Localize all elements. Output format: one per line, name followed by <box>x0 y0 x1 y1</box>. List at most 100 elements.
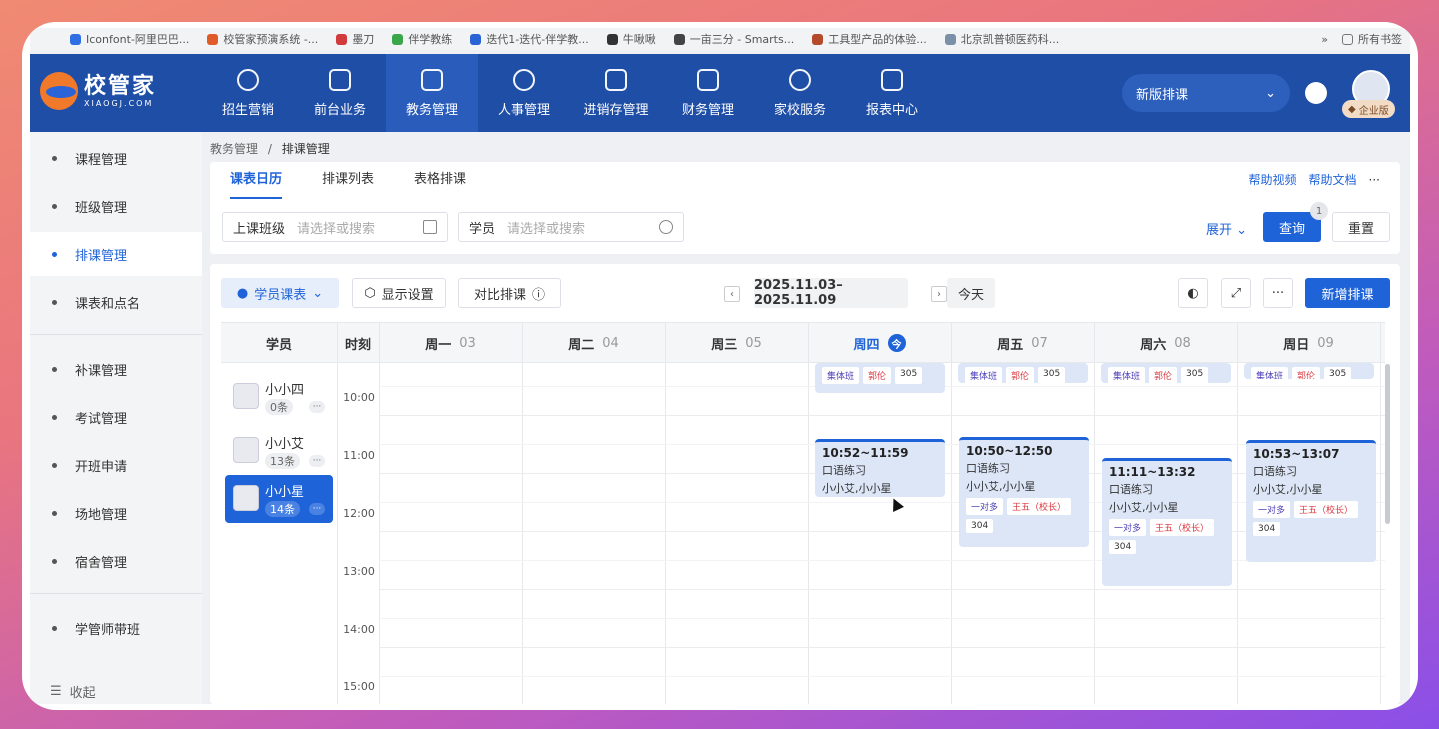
sidebar-item-scheduling[interactable]: 排课管理 <box>30 232 202 276</box>
expand-filters-button[interactable]: 展开 ⌄ <box>1206 219 1247 238</box>
nav-item-finance[interactable]: 财务管理 <box>662 54 754 132</box>
academic-icon <box>421 68 443 91</box>
schedule-event[interactable]: 10:53~13:07 口语练习 小小艾,小小星 一对多 王五（校长） 304 <box>1246 440 1376 562</box>
display-settings-button[interactable]: ⬡ 显示设置 <box>352 278 446 308</box>
palette-icon: ◐ <box>1187 285 1199 301</box>
grid-line <box>379 531 1385 532</box>
bookmark-item[interactable]: 迭代1-迭代-伴学教... <box>470 31 589 47</box>
breadcrumb-parent[interactable]: 教务管理 <box>210 142 258 156</box>
sidebar-item-open-class[interactable]: 开班申请 <box>30 443 202 487</box>
teacher-tag: 王五（校长） <box>1294 501 1359 518</box>
day-header: 周五 07 <box>997 335 1048 353</box>
date-range[interactable]: 2025.11.03–2025.11.09 <box>754 278 908 308</box>
nav-item-academic[interactable]: 教务管理 <box>386 54 478 132</box>
nav-item-reception[interactable]: 前台业务 <box>294 54 386 132</box>
nav-item-hr[interactable]: 人事管理 <box>478 54 570 132</box>
sidebar-item-venues[interactable]: 场地管理 <box>30 491 202 535</box>
sidebar-item-classes[interactable]: 班级管理 <box>30 184 202 228</box>
more-icon[interactable]: ··· <box>1369 162 1380 198</box>
teacher-tag: 王五（校长） <box>1150 519 1215 536</box>
filter-card: 课表日历 排课列表 表格排课 帮助视频 帮助文档 ··· 上课班级 请选择或搜索… <box>210 162 1400 254</box>
settings-icon: ⬡ <box>364 285 376 301</box>
bookmark-item[interactable]: 北京凯普顿医药科... <box>944 31 1059 47</box>
theme-button[interactable]: ◐ <box>1178 278 1208 308</box>
bookmark-item[interactable]: 伴学教练 <box>392 31 452 47</box>
add-schedule-button[interactable]: 新增排课 <box>1305 278 1390 308</box>
sidebar-collapse-button[interactable]: ☰ 收起 <box>50 682 96 701</box>
calendar-scrollbar[interactable] <box>1385 364 1390 524</box>
app-logo[interactable]: 校管家 XIAOGJ.COM <box>40 72 156 110</box>
schedule-event[interactable]: 集体班 郭伦 305 <box>1244 363 1374 379</box>
chat-icon <box>789 68 811 91</box>
more-options-button[interactable]: ··· <box>1263 278 1293 308</box>
sidebar-item-makeup[interactable]: 补课管理 <box>30 347 202 391</box>
tab-table[interactable]: 表格排课 <box>414 162 466 198</box>
teacher-tag: 郭伦 <box>863 367 892 384</box>
sidebar-item-courses[interactable]: 课程管理 <box>30 136 202 180</box>
nav-item-home-school[interactable]: 家校服务 <box>754 54 846 132</box>
view-mode-select[interactable]: ● 学员课表 ⌄ <box>221 278 339 308</box>
enterprise-badge: ◆ 企业版 <box>1342 100 1395 118</box>
user-add-icon <box>659 220 673 234</box>
bullet-icon <box>52 299 57 305</box>
collapse-icon: ☰ <box>50 684 62 699</box>
report-icon <box>881 68 903 91</box>
student-more-button[interactable]: ··· <box>309 455 325 467</box>
fullscreen-button[interactable]: ⤢ <box>1221 278 1251 308</box>
query-count-badge: 1 <box>1310 202 1328 220</box>
student-more-button[interactable]: ··· <box>309 503 325 515</box>
bookmarks-more-button[interactable]: » <box>1321 33 1328 46</box>
schedule-event[interactable]: 集体班 郭伦 305 <box>1101 363 1231 383</box>
room-tag: 304 <box>1109 540 1137 554</box>
bookmark-item[interactable]: 墨刀 <box>336 31 374 47</box>
schedule-event[interactable]: 10:50~12:50 口语练习 小小艾,小小星 一对多 王五（校长） 304 <box>959 437 1089 547</box>
nav-item-marketing[interactable]: 招生营销 <box>202 54 294 132</box>
bookmark-item[interactable]: 工具型产品的体验... <box>812 31 927 47</box>
teacher-tag: 王五（校长） <box>1007 498 1072 515</box>
tab-list[interactable]: 排课列表 <box>322 162 374 198</box>
bullet-icon <box>52 625 57 631</box>
breadcrumb: 教务管理 / 排课管理 <box>210 140 330 157</box>
class-filter[interactable]: 上课班级 请选择或搜索 <box>222 212 448 242</box>
today-button[interactable]: 今天 <box>947 278 995 308</box>
schedule-version-select[interactable]: 新版排课 ⌄ <box>1122 74 1290 112</box>
bookmark-item[interactable]: 一亩三分 - Smarts... <box>673 31 794 47</box>
class-type-tag: 集体班 <box>1251 367 1289 379</box>
student-count-badge: 13条 <box>265 453 300 469</box>
sidebar-item-exams[interactable]: 考试管理 <box>30 395 202 439</box>
prev-week-button[interactable]: ‹ <box>724 286 740 302</box>
schedule-event[interactable]: 集体班 郭伦 305 <box>815 363 945 393</box>
bookmark-item[interactable]: Iconfont-阿里巴巴... <box>70 31 189 47</box>
schedule-event[interactable]: 集体班 郭伦 305 <box>958 363 1088 383</box>
compare-schedule-button[interactable]: 对比排课 ⓘ <box>458 278 561 308</box>
all-bookmarks-folder[interactable]: 所有书签 <box>1342 31 1402 47</box>
message-icon[interactable] <box>1305 82 1327 104</box>
folder-icon <box>1342 33 1353 45</box>
help-docs-link[interactable]: 帮助文档 <box>1309 162 1357 198</box>
schedule-event[interactable]: 11:11~13:32 口语练习 小小艾,小小星 一对多 王五（校长） 304 <box>1102 458 1232 586</box>
student-avatar <box>233 485 259 511</box>
student-more-button[interactable]: ··· <box>309 401 325 413</box>
nav-item-inventory[interactable]: 进销存管理 <box>570 54 662 132</box>
reset-button[interactable]: 重置 <box>1332 212 1390 242</box>
tab-calendar[interactable]: 课表日历 <box>230 162 283 199</box>
event-course: 口语练习 <box>1109 483 1153 496</box>
student-item-selected[interactable]: 小小星 14条 ··· <box>225 475 333 523</box>
teacher-tag: 郭伦 <box>1292 367 1321 379</box>
student-item[interactable]: 小小四 0条 ··· <box>225 373 333 421</box>
bookmark-item[interactable]: 牛啾啾 <box>606 31 656 47</box>
sidebar-item-timetable[interactable]: 课表和点名 <box>30 280 202 324</box>
bookmark-item[interactable]: 校管家预演系统 -... <box>207 31 318 47</box>
next-week-button[interactable]: › <box>931 286 947 302</box>
view-tabs: 课表日历 排课列表 表格排课 <box>230 162 466 199</box>
student-item[interactable]: 小小艾 13条 ··· <box>225 427 333 475</box>
inventory-icon <box>605 68 627 91</box>
room-tag: 305 <box>895 367 923 384</box>
sidebar-item-dorms[interactable]: 宿舍管理 <box>30 539 202 583</box>
student-filter[interactable]: 学员 请选择或搜索 <box>458 212 684 242</box>
schedule-event[interactable]: 10:52~11:59 口语练习 小小艾,小小星 <box>815 439 945 497</box>
nav-item-reports[interactable]: 报表中心 <box>846 54 938 132</box>
grid-line <box>379 676 1385 677</box>
sidebar-item-advisor[interactable]: 学管师带班 <box>30 606 202 650</box>
help-video-link[interactable]: 帮助视频 <box>1249 162 1297 198</box>
